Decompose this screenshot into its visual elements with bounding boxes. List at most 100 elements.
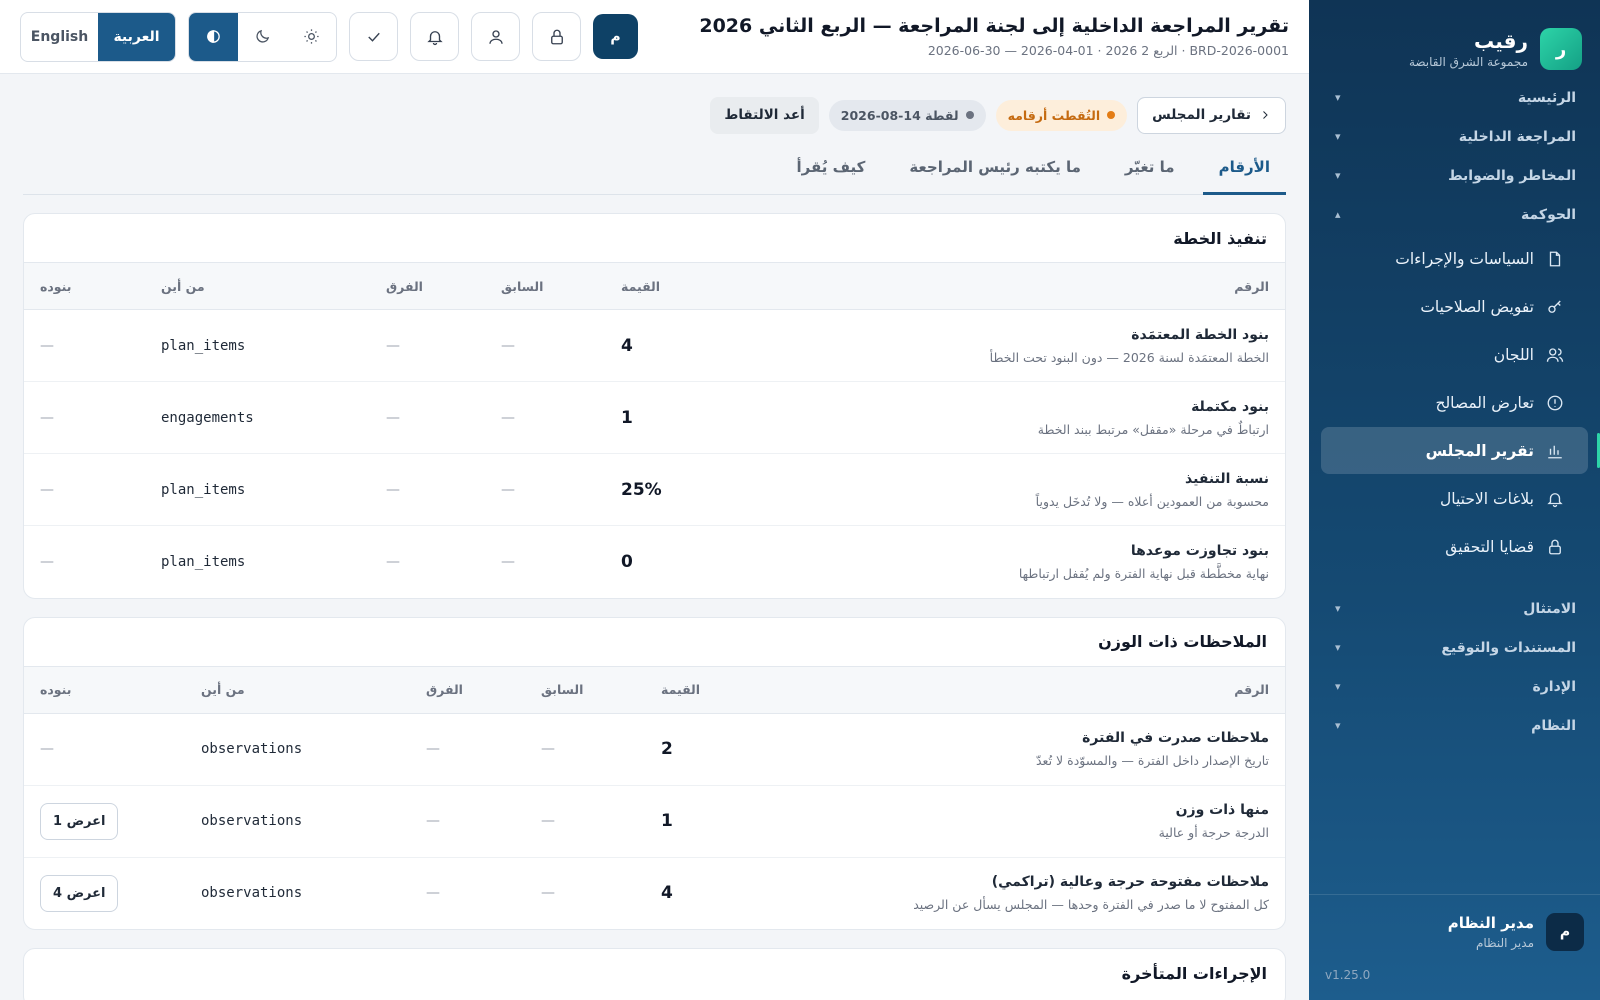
nav-group-risks[interactable]: المخاطر والضوابط ▾ <box>1321 156 1588 195</box>
topbar: تقرير المراجعة الداخلية إلى لجنة المراجع… <box>0 0 1309 74</box>
diff-cell: — <box>386 553 400 570</box>
metric-cell: ملاحظات صدرت في الفترة تاريخ الإصدار داخل… <box>725 713 1285 786</box>
diff-cell: — <box>426 885 440 902</box>
value-cell: 0 <box>621 551 633 572</box>
source-cell: observations <box>201 885 303 902</box>
value-cell: 2 <box>645 713 725 786</box>
metric-cell: بنود مكتملة ارتباطٌ في مرحلة «مقفل» مرتبط… <box>685 381 1285 454</box>
user-role: مدير النظام <box>1475 936 1534 950</box>
weighted-observations-card: الملاحظات ذات الوزن الرقم القيمة السابق … <box>23 616 1286 930</box>
chevron-down-icon: ▾ <box>1335 602 1341 615</box>
overdue-actions-card: الإجراءات المتأخرة <box>23 948 1286 1000</box>
tab-cae-notes[interactable]: ما يكتبه رئيس المراجعة <box>893 152 1097 195</box>
sidebar: ر رقيب مجموعة الشرق القابضة الرئيسية ▾ ال… <box>1309 0 1600 1000</box>
sidebar-item-committees[interactable]: اللجان <box>1321 331 1588 378</box>
table-row: بنود تجاوزت موعدها نهاية مخطَّطة قبل نهاي… <box>24 526 1285 598</box>
previous-cell: — <box>485 453 605 526</box>
chevron-up-icon: ▴ <box>1335 208 1341 221</box>
sidebar-item-policies[interactable]: السياسات والإجراءات <box>1321 235 1588 282</box>
back-to-board-reports-button[interactable]: تقارير المجلس <box>1137 96 1286 134</box>
previous-cell: — <box>525 785 645 858</box>
nav-group-system[interactable]: النظام ▾ <box>1321 706 1588 745</box>
lang-english-button[interactable]: English <box>21 13 98 61</box>
sidebar-item-delegation[interactable]: تفويض الصلاحيات <box>1321 283 1588 330</box>
value-cell: 1 <box>605 381 685 454</box>
value-cell: 4 <box>605 309 685 382</box>
notifications-button[interactable] <box>410 12 459 61</box>
user-row[interactable]: م مدير النظام مدير النظام <box>1325 913 1584 951</box>
col-previous: السابق <box>485 262 605 310</box>
lang-arabic-button[interactable]: العربية <box>98 12 175 61</box>
items-cell: — <box>24 381 145 454</box>
value-cell: 4 <box>661 883 673 904</box>
lock-icon <box>1549 539 1561 554</box>
sidebar-item-board-report[interactable]: تقرير المجلس <box>1321 427 1600 474</box>
source-cell: observations <box>185 713 410 786</box>
chevron-down-icon: ▾ <box>1335 641 1341 654</box>
nav-group-compliance[interactable]: الامتثال ▾ <box>1321 589 1588 628</box>
items-cell: — <box>40 553 54 570</box>
user-icon <box>488 29 503 44</box>
metric-cell: بنود الخطة المعتمَدة الخطة المعتمَدة لسنة… <box>685 309 1285 382</box>
view-items-button[interactable]: اعرض 4 <box>40 874 119 912</box>
items-cell: اعرض 4 <box>24 857 185 929</box>
diff-cell: — <box>370 381 485 454</box>
profile-button[interactable] <box>471 12 520 61</box>
table-row: نسبة التنفيذ محسوبة من العمودين أعلاه — و… <box>24 453 1285 526</box>
sidebar-item-fraud[interactable]: بلاغات الاحتيال <box>1321 475 1588 522</box>
moon-icon <box>256 29 270 43</box>
plan-table: الرقم القيمة السابق الفرق من أين بنوده ب… <box>24 262 1285 598</box>
tab-figures[interactable]: الأرقام <box>1202 152 1286 195</box>
value-cell: 1 <box>645 785 725 858</box>
view-items-button[interactable]: اعرض 1 <box>40 802 119 840</box>
nav-group-governance[interactable]: الحوكمة ▴ <box>1321 195 1588 234</box>
diff-cell: — <box>410 713 525 786</box>
nav-group-admin[interactable]: الإدارة ▾ <box>1321 667 1588 706</box>
theme-dark-button[interactable] <box>238 13 287 61</box>
plan-execution-card: تنفيذ الخطة الرقم القيمة السابق الفرق من… <box>23 213 1286 599</box>
sidebar-nav: الرئيسية ▾ المراجعة الداخلية ▾ المخاطر وال… <box>1309 78 1600 745</box>
metric-cell: منها ذات وزن الدرجة حرجة أو عالية <box>725 785 1285 858</box>
nav-group-home[interactable]: الرئيسية ▾ <box>1321 78 1588 117</box>
col-diff: الفرق <box>410 665 525 714</box>
source-cell: engagements <box>145 381 370 454</box>
source-cell: plan_items <box>145 453 370 526</box>
theme-contrast-button[interactable] <box>189 12 238 61</box>
sidebar-item-investigations[interactable]: قضايا التحقيق <box>1321 523 1588 570</box>
document-icon <box>1549 251 1561 266</box>
nav-group-documents[interactable]: المستندات والتوقيع ▾ <box>1321 628 1588 667</box>
brand: ر رقيب مجموعة الشرق القابضة <box>1309 0 1600 78</box>
status-badge-frozen: التُقطت أرقامه <box>995 99 1128 131</box>
previous-cell: — <box>541 885 555 902</box>
tab-changes[interactable]: ما تغيّر <box>1109 152 1191 195</box>
user-name: مدير النظام <box>1447 914 1534 932</box>
theme-light-button[interactable] <box>287 13 336 61</box>
previous-cell: — <box>485 309 605 382</box>
avatar: م <box>1546 913 1584 951</box>
sidebar-item-conflicts[interactable]: تعارض المصالح <box>1321 379 1588 426</box>
col-metric: الرقم <box>725 665 1285 714</box>
key-icon <box>1548 300 1561 313</box>
source-cell: plan_items <box>145 309 370 382</box>
bar-chart-icon <box>1548 445 1562 458</box>
snapshot-badge: لقطة 14-08-2026 <box>828 99 986 131</box>
col-value: القيمة <box>605 262 685 310</box>
language-switch: العربية English <box>20 11 176 62</box>
brand-name: رقيب <box>1474 29 1528 53</box>
col-diff: الفرق <box>370 262 485 310</box>
previous-cell: — <box>501 553 515 570</box>
previous-cell: — <box>525 713 645 786</box>
report-tabs: الأرقام ما تغيّر ما يكتبه رئيس المراجعة … <box>23 152 1286 195</box>
nav-group-internal-audit[interactable]: المراجعة الداخلية ▾ <box>1321 117 1588 156</box>
user-box: م مدير النظام مدير النظام v1.25.0 <box>1309 894 1600 1000</box>
report-heading: تقرير المراجعة الداخلية إلى لجنة المراجع… <box>699 15 1289 58</box>
table-header-row: الرقم القيمة السابق الفرق من أين بنوده <box>24 665 1285 714</box>
table-row: بنود الخطة المعتمَدة الخطة المعتمَدة لسنة… <box>24 309 1285 382</box>
recapture-button[interactable]: أعد الالتقاط <box>710 96 819 134</box>
brand-logo: ر <box>1540 28 1582 70</box>
approve-button[interactable] <box>349 12 398 61</box>
chevron-down-icon: ▾ <box>1335 680 1341 693</box>
avatar[interactable]: م <box>593 14 638 59</box>
tab-how-to-read[interactable]: كيف يُقرأ <box>780 152 881 195</box>
lock-button[interactable] <box>532 12 581 61</box>
